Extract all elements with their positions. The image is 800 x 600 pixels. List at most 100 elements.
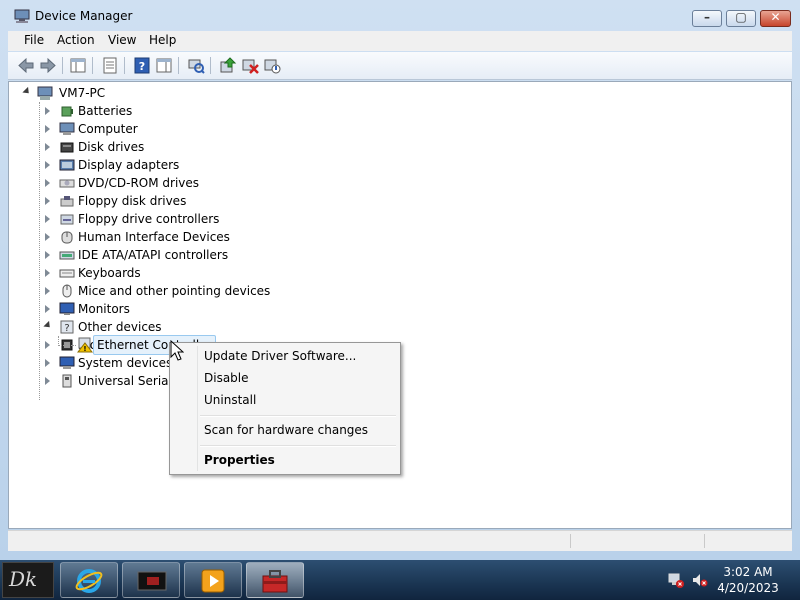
toolbox-icon xyxy=(262,570,288,593)
menu-disable[interactable]: Disable xyxy=(173,367,397,389)
tree-item-dvd-cd-rom-drives[interactable]: DVD/CD-ROM drives xyxy=(41,174,271,192)
menu-bar: File Action View Help xyxy=(8,31,792,51)
close-button[interactable]: ✕ xyxy=(760,10,791,27)
menu-action[interactable]: Action xyxy=(53,33,99,47)
maximize-button[interactable]: ▢ xyxy=(726,10,756,27)
tree-item-other-devices[interactable]: ? Other devices xyxy=(41,318,271,336)
expand-arrow-icon[interactable] xyxy=(45,179,50,187)
expand-arrow-icon[interactable] xyxy=(45,251,50,259)
expand-arrow-icon[interactable] xyxy=(45,359,50,367)
tree-item-label: Mice and other pointing devices xyxy=(78,284,271,298)
tree-guide-line xyxy=(58,345,76,346)
tree-item-display-adapters[interactable]: Display adapters xyxy=(41,156,271,174)
computer-icon xyxy=(37,86,53,100)
help-icon[interactable]: ? xyxy=(132,56,152,75)
tree-root-label: VM7-PC xyxy=(59,86,106,100)
volume-muted-icon[interactable] xyxy=(692,572,708,588)
collapse-arrow-icon[interactable] xyxy=(43,320,53,331)
display-adapter-icon xyxy=(59,159,75,171)
expand-arrow-icon[interactable] xyxy=(45,287,50,295)
start-logo-icon: Dk xyxy=(9,567,38,591)
menu-update-driver-software[interactable]: Update Driver Software... xyxy=(173,345,397,367)
tree-item-computer[interactable]: Computer xyxy=(41,120,271,138)
properties-icon[interactable] xyxy=(100,56,120,75)
tree-item-mice-and-other-pointing-devices[interactable]: Mice and other pointing devices xyxy=(41,282,271,300)
menu-view[interactable]: View xyxy=(104,33,140,47)
tree-item-human-interface-devices[interactable]: Human Interface Devices xyxy=(41,228,271,246)
status-bar xyxy=(8,530,792,551)
device-manager-icon xyxy=(14,9,30,23)
toolbar-separator xyxy=(124,57,125,74)
title-bar[interactable]: Device Manager – ▢ ✕ xyxy=(0,0,800,32)
toolbar-separator xyxy=(178,57,179,74)
show-hide-console-tree-icon[interactable] xyxy=(68,56,88,75)
status-separator xyxy=(570,534,571,548)
tree-root[interactable]: VM7-PC xyxy=(21,84,141,102)
context-menu: Update Driver Software... Disable Uninst… xyxy=(169,342,401,475)
taskbar-device-manager[interactable] xyxy=(246,562,304,598)
action-pane-icon[interactable] xyxy=(154,56,174,75)
tree-item-keyboards[interactable]: Keyboards xyxy=(41,264,271,282)
tree-item-floppy-drive-controllers[interactable]: Floppy drive controllers xyxy=(41,210,271,228)
toolbar-separator xyxy=(92,57,93,74)
mouse-cursor-icon xyxy=(170,340,184,361)
floppy-controller-icon xyxy=(60,214,74,225)
collapse-arrow-icon[interactable] xyxy=(22,86,32,97)
system-devices-icon xyxy=(59,356,75,369)
disk-drive-icon xyxy=(60,142,74,153)
menu-help[interactable]: Help xyxy=(145,33,180,47)
expand-arrow-icon[interactable] xyxy=(45,269,50,277)
tree-item-label: System devices xyxy=(78,356,173,370)
monitor-icon xyxy=(59,302,75,315)
svg-text:?: ? xyxy=(139,60,145,73)
expand-arrow-icon[interactable] xyxy=(45,215,50,223)
menu-uninstall[interactable]: Uninstall xyxy=(173,389,397,411)
expand-arrow-icon[interactable] xyxy=(45,143,50,151)
tree-item-batteries[interactable]: Batteries xyxy=(41,102,271,120)
expand-arrow-icon[interactable] xyxy=(45,305,50,313)
clock-time: 3:02 AM xyxy=(723,565,773,579)
tree-item-disk-drives[interactable]: Disk drives xyxy=(41,138,271,156)
dvd-drive-icon xyxy=(59,179,75,188)
taskbar-media-app[interactable] xyxy=(122,562,180,598)
expand-arrow-icon[interactable] xyxy=(45,125,50,133)
battery-icon xyxy=(61,106,73,117)
toolbar-separator xyxy=(62,57,63,74)
tree-item-floppy-disk-drives[interactable]: Floppy disk drives xyxy=(41,192,271,210)
taskbar-media-player[interactable] xyxy=(184,562,242,598)
scan-hardware-icon[interactable] xyxy=(186,56,206,75)
expand-arrow-icon[interactable] xyxy=(45,341,50,349)
menu-file[interactable]: File xyxy=(20,33,48,47)
keyboard-icon xyxy=(59,269,75,278)
system-clock[interactable]: 3:02 AM 4/20/2023 xyxy=(712,564,784,596)
expand-arrow-icon[interactable] xyxy=(45,197,50,205)
expand-arrow-icon[interactable] xyxy=(45,161,50,169)
ide-controller-icon xyxy=(59,251,75,260)
forward-arrow-icon[interactable] xyxy=(38,56,58,75)
tree-item-label: Computer xyxy=(78,122,138,136)
tree-item-monitors[interactable]: Monitors xyxy=(41,300,271,318)
expand-arrow-icon[interactable] xyxy=(45,107,50,115)
start-button[interactable]: Dk xyxy=(2,562,54,598)
expand-arrow-icon[interactable] xyxy=(45,377,50,385)
context-menu-separator xyxy=(200,445,396,447)
uninstall-device-icon[interactable] xyxy=(240,56,260,75)
svg-text:!: ! xyxy=(83,345,86,353)
update-driver-icon[interactable] xyxy=(218,56,238,75)
computer-icon xyxy=(59,122,75,135)
menu-scan-hardware-changes[interactable]: Scan for hardware changes xyxy=(173,419,397,441)
tree-item-ide-ata-atapi-controllers[interactable]: IDE ATA/ATAPI controllers xyxy=(41,246,271,264)
tree-item-label: Other devices xyxy=(78,320,162,334)
taskbar-internet-explorer[interactable] xyxy=(60,562,118,598)
minimize-button[interactable]: – xyxy=(692,10,722,27)
tree-item-label: Display adapters xyxy=(78,158,180,172)
internet-explorer-icon xyxy=(75,569,103,593)
media-player-icon xyxy=(201,569,225,593)
back-arrow-icon[interactable] xyxy=(16,56,36,75)
disable-device-icon[interactable] xyxy=(262,56,282,75)
expand-arrow-icon[interactable] xyxy=(45,233,50,241)
toolbar: ? xyxy=(8,52,792,80)
network-error-icon[interactable] xyxy=(668,572,684,588)
menu-properties[interactable]: Properties xyxy=(173,449,397,471)
toolbar-separator xyxy=(210,57,211,74)
